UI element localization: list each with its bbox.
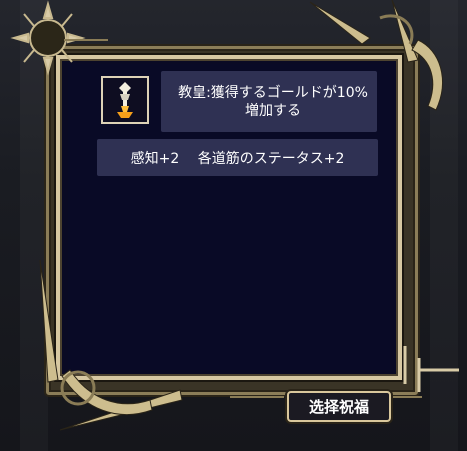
button-right-rule xyxy=(392,396,422,398)
bottom-left-blade-ornament xyxy=(39,259,183,431)
blessing-title-box: 教皇:獲得するゴールドが10% 増加する xyxy=(161,71,377,132)
pope-staff-icon xyxy=(101,76,149,124)
blessing-title-line-2: 増加する xyxy=(245,102,301,119)
blessing-stats-box: 感知+2 各道筋のステータス+2 xyxy=(97,139,378,176)
button-left-rule xyxy=(230,396,284,398)
select-blessing-button[interactable]: 选择祝福 xyxy=(287,391,391,422)
sun-ornament-icon xyxy=(10,0,108,76)
bottom-right-bracket-ornament xyxy=(403,346,459,392)
blessing-title-line-1: 教皇:獲得するゴールドが10% xyxy=(178,84,368,101)
